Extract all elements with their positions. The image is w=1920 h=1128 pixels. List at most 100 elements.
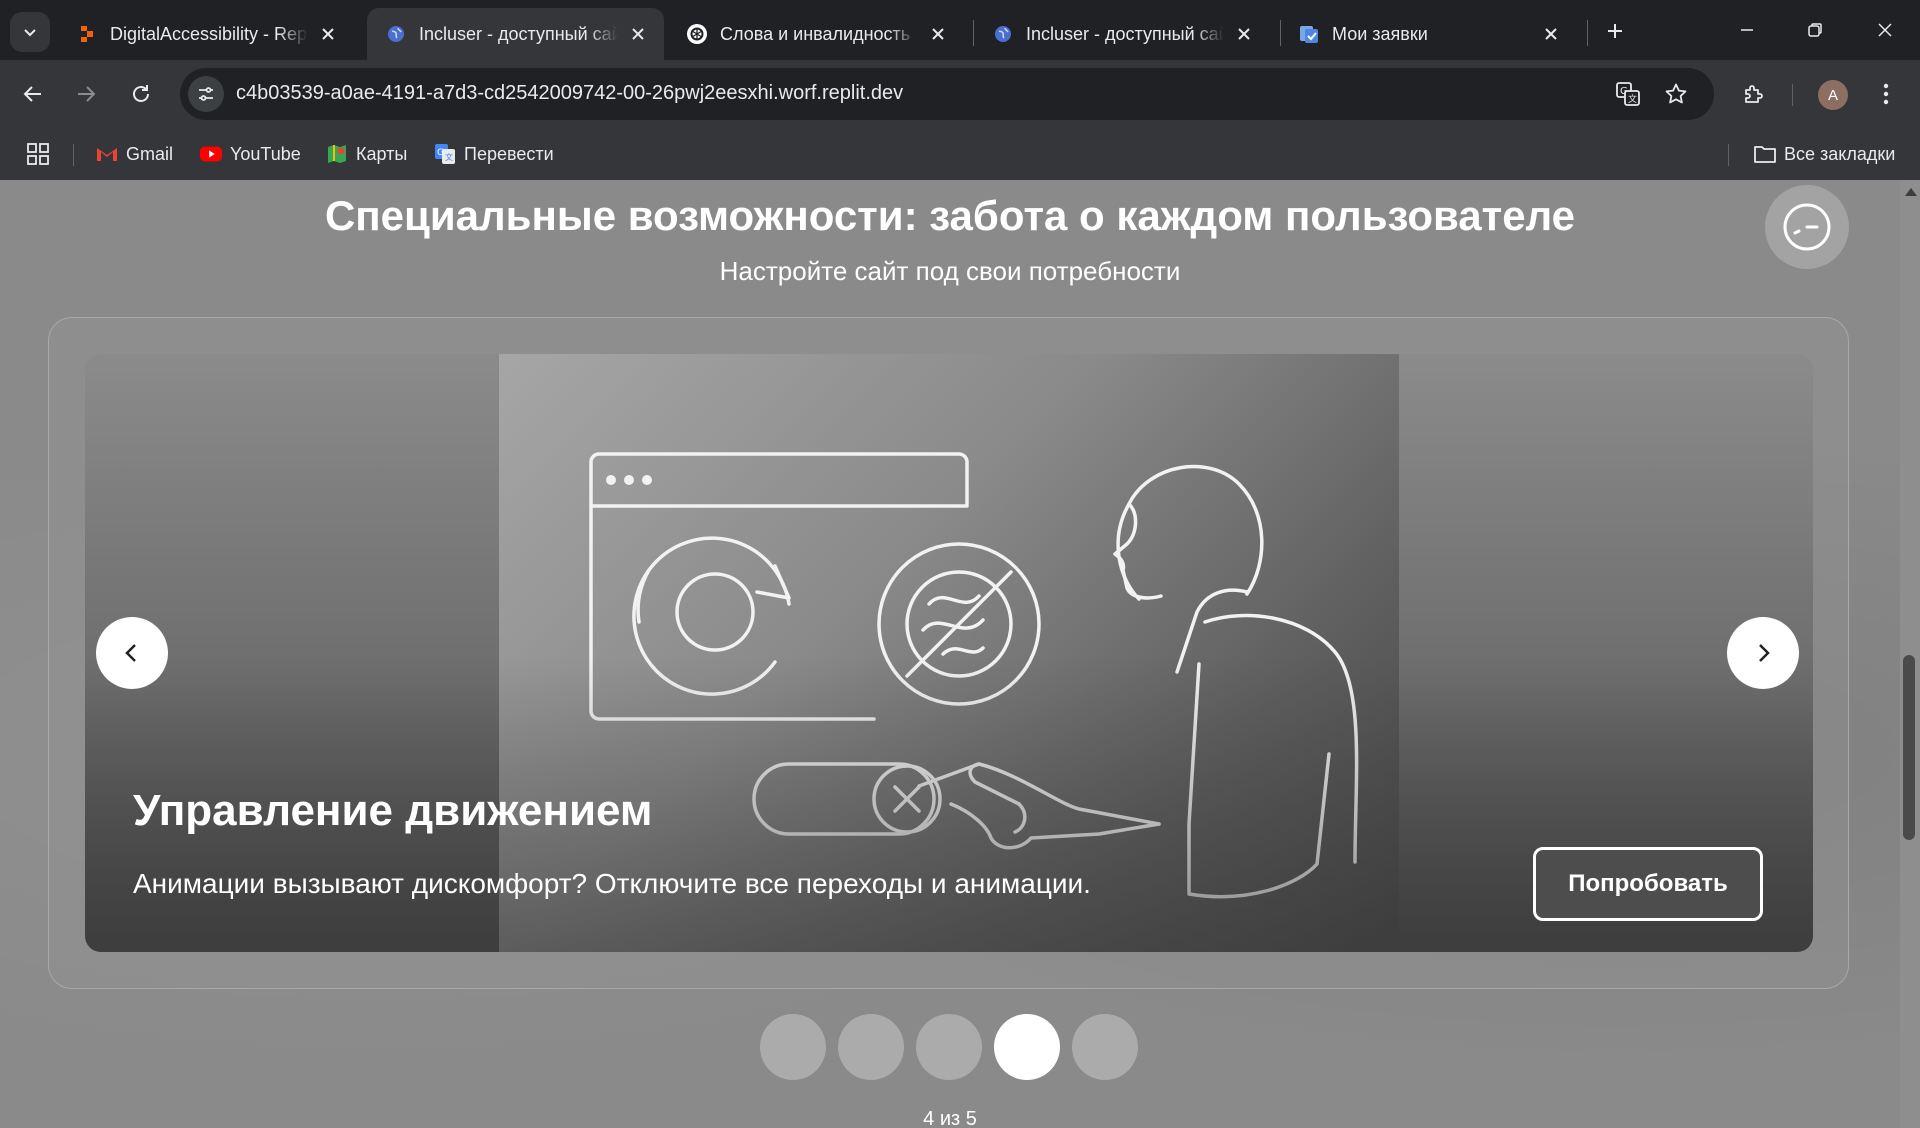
bookmark-gmail[interactable]: Gmail [96,140,173,168]
url-text[interactable]: c4b03539-a0ae-4191-a7d3-cd2542009742-00-… [236,82,903,105]
tab-search-button[interactable] [10,12,50,52]
profile-avatar[interactable]: A [1818,80,1848,110]
carousel-prev-button[interactable] [96,617,168,689]
try-button[interactable]: Попробовать [1533,847,1763,921]
globe-icon [385,23,407,45]
replit-icon [76,23,98,45]
tab-title: DigitalAccessibility - Repl [110,23,308,44]
svg-text:文: 文 [1628,93,1637,105]
slide-heading: Управление движением [133,786,653,835]
pagination-dot-2[interactable] [838,1014,904,1080]
kebab-menu-icon [1883,83,1889,105]
address-bar[interactable]: c4b03539-a0ae-4191-a7d3-cd2542009742-00-… [180,68,1714,120]
arrow-left-icon [23,86,41,102]
star-icon [1665,83,1687,104]
page-title: Специальные возможности: забота о каждом… [324,192,1576,239]
close-window-button[interactable] [1862,10,1908,50]
close-icon[interactable] [316,22,340,46]
tune-icon [199,87,213,101]
globe-icon [992,23,1014,45]
bookmark-star-button[interactable] [1662,80,1690,108]
page-subtitle: Настройте сайт под свои потребности [719,256,1181,286]
reload-button[interactable] [123,76,159,112]
maps-icon [326,143,348,165]
all-bookmarks-label: Все закладки [1784,143,1896,164]
new-tab-button[interactable] [1598,14,1632,48]
bookmark-maps[interactable]: Карты [326,140,407,168]
close-icon[interactable] [626,22,650,46]
carousel-next-button[interactable] [1727,617,1799,689]
tab-my-requests[interactable]: Мои заявки [1280,8,1577,60]
restore-icon [1808,23,1822,37]
bookmark-youtube[interactable]: YouTube [200,140,301,168]
minimize-icon [1741,29,1753,31]
svg-text:文: 文 [445,152,453,162]
close-icon[interactable] [1539,22,1563,46]
history-icon [1783,203,1831,251]
history-button[interactable] [1765,185,1849,269]
bookmarks-bar: Gmail YouTube Карты G文 Перевести Все зак… [0,128,1920,180]
scroll-up-arrow[interactable] [1905,188,1917,196]
tab-title: Мои заявки [1332,23,1428,44]
menu-button[interactable] [1868,76,1904,112]
translate-icon: G文 [1616,82,1640,106]
slide-counter: 4 из 5 [923,1108,977,1128]
tab-incluser-active[interactable]: Incluser - доступный сай [367,8,664,60]
bookmark-separator [73,144,74,166]
chatgpt-icon [686,23,708,45]
youtube-icon [200,143,222,165]
carousel-pagination [760,1014,1140,1080]
puzzle-icon [1745,85,1763,103]
bookmark-translate[interactable]: G文 Перевести [434,140,554,168]
site-info-button[interactable] [188,76,224,112]
all-bookmarks-button[interactable]: Все закладки [1754,140,1895,168]
arrow-right-icon [78,86,96,102]
tab-digitalaccessibility[interactable]: DigitalAccessibility - Repl [58,8,354,60]
pagination-dot-4-active[interactable] [994,1014,1060,1080]
close-icon [1878,23,1892,37]
tab-title: Incluser - доступный сай [1026,23,1224,44]
back-button[interactable] [15,76,51,112]
page-scrollbar[interactable] [1900,180,1920,1128]
close-icon[interactable] [1232,22,1256,46]
bookmark-label: YouTube [230,143,301,164]
tab-strip: DigitalAccessibility - Repl Incluser - д… [0,0,1920,60]
tab-words-disability[interactable]: Слова и инвалидность [668,8,964,60]
pagination-dot-1[interactable] [760,1014,826,1080]
pagination-dot-5[interactable] [1072,1014,1138,1080]
bookmark-label: Перевести [464,143,554,164]
svg-text:G: G [437,148,444,158]
toolbar-separator [1792,84,1793,106]
gmail-icon [96,143,118,165]
minimize-button[interactable] [1724,10,1770,50]
plus-icon [1608,24,1622,38]
apps-button[interactable] [26,140,50,168]
chevron-left-icon [125,644,136,662]
close-icon[interactable] [926,22,950,46]
tab-title: Incluser - доступный сай [419,23,618,44]
extensions-button[interactable] [1736,76,1772,112]
restore-button[interactable] [1792,10,1838,50]
folder-icon [1754,143,1776,165]
tab-incluser[interactable]: Incluser - доступный сай [974,8,1270,60]
translate-icon: G文 [434,143,456,165]
pagination-dot-3[interactable] [916,1014,982,1080]
chevron-down-icon [24,29,36,37]
scrollbar-thumb[interactable] [1903,655,1915,840]
browser-toolbar: c4b03539-a0ae-4191-a7d3-cd2542009742-00-… [0,60,1920,128]
features-carousel: Управление движением Анимации вызывают д… [48,317,1849,989]
chevron-right-icon [1759,644,1770,662]
bookmark-separator [1728,144,1729,166]
tab-title: Слова и инвалидность [720,23,911,44]
bookmark-label: Gmail [126,143,174,164]
forward-button[interactable] [68,76,104,112]
slide-description: Анимации вызывают дискомфорт? Отключите … [133,868,1091,899]
tasks-icon [1298,23,1320,45]
reload-icon [133,85,149,102]
tab-separator [1587,20,1588,46]
apps-grid-icon [27,143,49,165]
bookmark-label: Карты [356,143,408,164]
translate-page-button[interactable]: G文 [1614,80,1642,108]
page-viewport: Специальные возможности: забота о каждом… [0,180,1900,1128]
carousel-slide: Управление движением Анимации вызывают д… [85,354,1813,952]
